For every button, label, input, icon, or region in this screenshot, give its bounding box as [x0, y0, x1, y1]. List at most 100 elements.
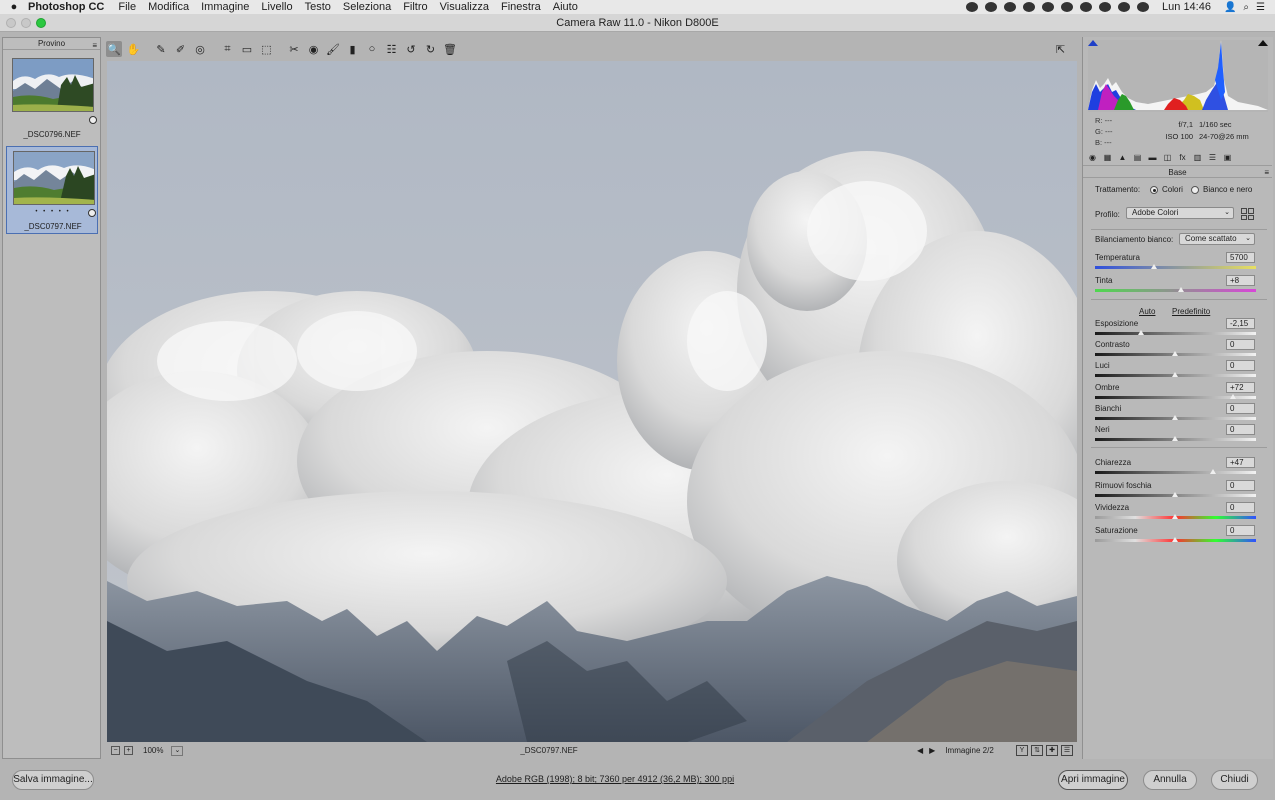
- filmstrip-item-selected[interactable]: • • • • • _DSC0797.NEF: [6, 146, 98, 234]
- menu-modifica[interactable]: Modifica: [148, 1, 189, 13]
- snapshots-tab-icon[interactable]: ▣: [1222, 152, 1233, 163]
- slider-handle[interactable]: [1172, 537, 1178, 542]
- creative-cloud-icon[interactable]: [985, 2, 998, 12]
- slider-value-field[interactable]: +72: [1226, 382, 1255, 393]
- menu-livello[interactable]: Livello: [261, 1, 292, 13]
- menu-immagine[interactable]: Immagine: [201, 1, 249, 13]
- sync-icon[interactable]: [1023, 2, 1036, 12]
- slider-handle[interactable]: [1151, 264, 1158, 269]
- open-image-button[interactable]: Apri immagine: [1058, 770, 1128, 790]
- slider-value-field[interactable]: 0: [1226, 424, 1255, 435]
- spot-removal-tool-icon[interactable]: ✂: [286, 41, 302, 57]
- slider-value-field[interactable]: +8: [1226, 275, 1255, 286]
- slider-handle[interactable]: [1172, 372, 1178, 377]
- slider-value-field[interactable]: 0: [1226, 480, 1255, 491]
- split-toning-tab-icon[interactable]: ▬: [1147, 152, 1158, 163]
- rotate-left-icon[interactable]: ↺: [403, 41, 419, 57]
- profile-browser-icon[interactable]: [1241, 208, 1255, 220]
- menu-seleziona[interactable]: Seleziona: [343, 1, 391, 13]
- slider-value-field[interactable]: 5700: [1226, 252, 1255, 263]
- cancel-button[interactable]: Annulla: [1143, 770, 1197, 790]
- menu-filtro[interactable]: Filtro: [403, 1, 427, 13]
- clock[interactable]: Lun 14:46: [1162, 1, 1211, 13]
- lens-corrections-tab-icon[interactable]: ◫: [1162, 152, 1173, 163]
- previous-image-icon[interactable]: ◀: [917, 746, 923, 755]
- minimize-window-icon[interactable]: [21, 18, 31, 28]
- slider-handle[interactable]: [1209, 469, 1216, 474]
- slider-track[interactable]: [1095, 289, 1256, 292]
- profile-select[interactable]: Adobe Colori ⌄: [1126, 207, 1234, 219]
- slider-value-field[interactable]: 0: [1226, 403, 1255, 414]
- battery-icon[interactable]: [1061, 2, 1074, 12]
- spotlight-icon[interactable]: ⌕: [1243, 2, 1249, 13]
- hsl-tab-icon[interactable]: ▤: [1132, 152, 1143, 163]
- slider-handle[interactable]: [1172, 514, 1178, 519]
- volume-icon[interactable]: [1137, 2, 1150, 12]
- document-icon[interactable]: [1042, 2, 1055, 12]
- menu-file[interactable]: File: [118, 1, 136, 13]
- slider-handle[interactable]: [1172, 415, 1178, 420]
- slider-value-field[interactable]: 0: [1226, 525, 1255, 536]
- swap-settings-icon[interactable]: ⇅: [1031, 745, 1043, 756]
- treatment-bw-radio[interactable]: Bianco e nero: [1191, 185, 1252, 194]
- slider-value-field[interactable]: 0: [1226, 339, 1255, 350]
- panel-menu-icon[interactable]: ≡: [1264, 166, 1269, 180]
- tone-curve-tab-icon[interactable]: ▦: [1102, 152, 1113, 163]
- straighten-tool-icon[interactable]: ▭: [239, 41, 255, 57]
- rotate-right-icon[interactable]: ↻: [423, 41, 439, 57]
- slider-value-field[interactable]: -2,15: [1226, 318, 1255, 329]
- preferences-icon[interactable]: ☷: [384, 41, 400, 57]
- wifi-icon[interactable]: [1118, 2, 1131, 12]
- time-machine-icon[interactable]: [1080, 2, 1093, 12]
- cloud-status-icon[interactable]: [966, 2, 979, 12]
- slider-handle[interactable]: [1172, 492, 1178, 497]
- slider-value-field[interactable]: +47: [1226, 457, 1255, 468]
- slider-value-field[interactable]: 0: [1226, 360, 1255, 371]
- graduated-filter-icon[interactable]: ▮: [345, 41, 361, 57]
- menu-visualizza[interactable]: Visualizza: [440, 1, 489, 13]
- slider-handle[interactable]: [1172, 351, 1178, 356]
- rating-stars[interactable]: • • • • •: [7, 209, 99, 215]
- slider-track[interactable]: [1095, 266, 1256, 269]
- presets-tab-icon[interactable]: ☰: [1207, 152, 1218, 163]
- before-after-toggle-button[interactable]: Y: [1016, 745, 1028, 756]
- menu-aiuto[interactable]: Aiuto: [553, 1, 578, 13]
- apple-menu-icon[interactable]: ●: [0, 1, 28, 13]
- shadow-clipping-icon[interactable]: [1088, 40, 1098, 46]
- slider-value-field[interactable]: 0: [1226, 502, 1255, 513]
- default-link[interactable]: Predefinito: [1172, 307, 1210, 316]
- toggle-defaults-icon[interactable]: ☰: [1061, 745, 1073, 756]
- slider-track[interactable]: [1095, 332, 1256, 335]
- slider-handle[interactable]: [1172, 436, 1178, 441]
- treatment-color-radio[interactable]: Colori: [1150, 185, 1183, 194]
- menu-finestra[interactable]: Finestra: [501, 1, 541, 13]
- highlight-clipping-icon[interactable]: [1258, 40, 1268, 46]
- color-sampler-tool-icon[interactable]: ✐: [173, 41, 189, 57]
- notification-center-icon[interactable]: ☰: [1256, 2, 1265, 13]
- white-balance-tool-icon[interactable]: ✎: [153, 41, 169, 57]
- image-preview[interactable]: [107, 61, 1077, 742]
- user-icon[interactable]: 👤: [1224, 2, 1236, 13]
- menu-testo[interactable]: Testo: [305, 1, 331, 13]
- filmstrip-menu-icon[interactable]: ≡: [92, 40, 97, 52]
- calibration-tab-icon[interactable]: ▥: [1192, 152, 1203, 163]
- menu-app-name[interactable]: Photoshop CC: [28, 1, 104, 13]
- auto-link[interactable]: Auto: [1139, 307, 1155, 316]
- slider-handle[interactable]: [1138, 330, 1145, 335]
- adjustment-brush-icon[interactable]: 🖌: [325, 41, 341, 57]
- zoom-tool-icon[interactable]: 🔍: [106, 41, 122, 57]
- radial-filter-icon[interactable]: ○: [364, 41, 380, 57]
- skype-icon[interactable]: [1004, 2, 1017, 12]
- zoom-window-icon[interactable]: [36, 18, 46, 28]
- bluetooth-icon[interactable]: [1099, 2, 1112, 12]
- targeted-adjustment-tool-icon[interactable]: ◎: [192, 41, 208, 57]
- basic-tab-icon[interactable]: ◉: [1087, 152, 1098, 163]
- workflow-options-link[interactable]: Adobe RGB (1998); 8 bit; 7360 per 4912 (…: [0, 774, 1230, 784]
- detail-tab-icon[interactable]: ▲: [1117, 152, 1128, 163]
- next-image-icon[interactable]: ▶: [929, 746, 935, 755]
- close-button[interactable]: Chiudi: [1211, 770, 1258, 790]
- red-eye-tool-icon[interactable]: ◉: [306, 41, 322, 57]
- slider-track[interactable]: [1095, 471, 1256, 474]
- slider-handle[interactable]: [1178, 287, 1185, 292]
- slider-handle[interactable]: [1229, 394, 1236, 399]
